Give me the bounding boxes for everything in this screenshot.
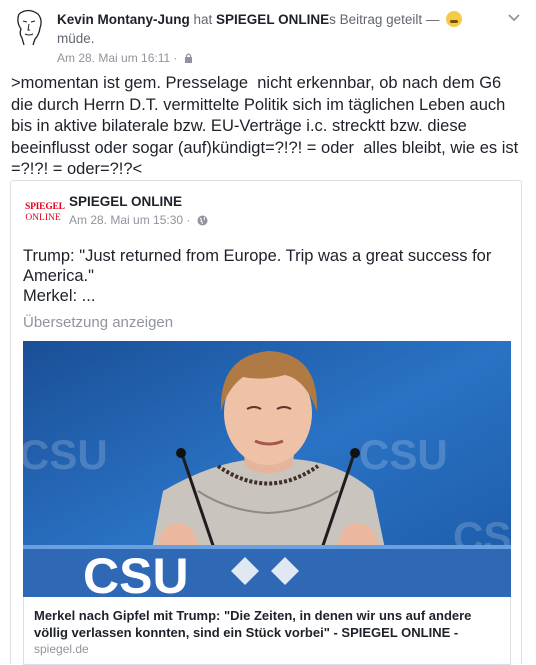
post-timestamp[interactable]: Am 28. Mai um 16:11 — [57, 51, 170, 65]
globe-icon[interactable] — [197, 215, 208, 226]
link-title[interactable]: Merkel nach Gipfel mit Trump: "Die Zeite… — [34, 607, 500, 641]
link-domain: spiegel.de — [34, 642, 89, 656]
header-verb-after: s Beitrag geteilt — — [329, 12, 444, 27]
shared-page-name[interactable]: SPIEGEL ONLINE — [69, 194, 182, 209]
link-preview-caption[interactable]: Merkel nach Gipfel mit Trump: "Die Zeite… — [23, 597, 511, 665]
meta-separator: · — [173, 51, 178, 65]
shared-timestamp[interactable]: Am 28. Mai um 15:30 — [69, 213, 183, 227]
sleepy-emoji-icon — [446, 11, 463, 27]
facebook-post: Kevin Montany-Jung hat SPIEGEL ONLINEs B… — [0, 0, 536, 665]
feeling-label: müde. — [57, 31, 95, 46]
lock-icon[interactable] — [184, 52, 193, 63]
spiegel-logo[interactable]: SPIEGEL ONLINE — [25, 202, 65, 228]
translate-link[interactable]: Übersetzung anzeigen — [23, 314, 173, 331]
link-preview-image[interactable]: CSU CSU CSU — [23, 341, 511, 597]
status-text: >momentan ist gem. Presselage nicht erke… — [11, 74, 523, 178]
shared-meta-separator: · — [186, 213, 191, 227]
avatar[interactable] — [10, 8, 48, 46]
chevron-down-icon[interactable] — [506, 9, 522, 25]
merkel-photo: CSU CSU CSU — [23, 341, 511, 597]
header-verb: hat — [189, 12, 217, 27]
shared-post-text: Trump: "Just returned from Europe. Trip … — [23, 247, 492, 305]
podium-banner: CSU — [83, 548, 189, 597]
bg-banner-left: CSU — [23, 431, 108, 478]
shared-post-card: SPIEGEL ONLINE SPIEGEL ONLINE Am 28. Mai… — [10, 180, 522, 665]
author-name[interactable]: Kevin Montany-Jung — [57, 12, 190, 27]
post-header: Kevin Montany-Jung hat SPIEGEL ONLINEs B… — [57, 11, 477, 29]
shared-page-link[interactable]: SPIEGEL ONLINE — [216, 12, 329, 27]
bg-banner-right: CSU — [359, 431, 448, 478]
logo-line-2: ONLINE — [25, 213, 61, 223]
logo-line-1: SPIEGEL — [25, 202, 65, 212]
shared-meta: Am 28. Mai um 15:30 · — [69, 213, 208, 227]
post-meta: Am 28. Mai um 16:11 · — [57, 51, 193, 65]
